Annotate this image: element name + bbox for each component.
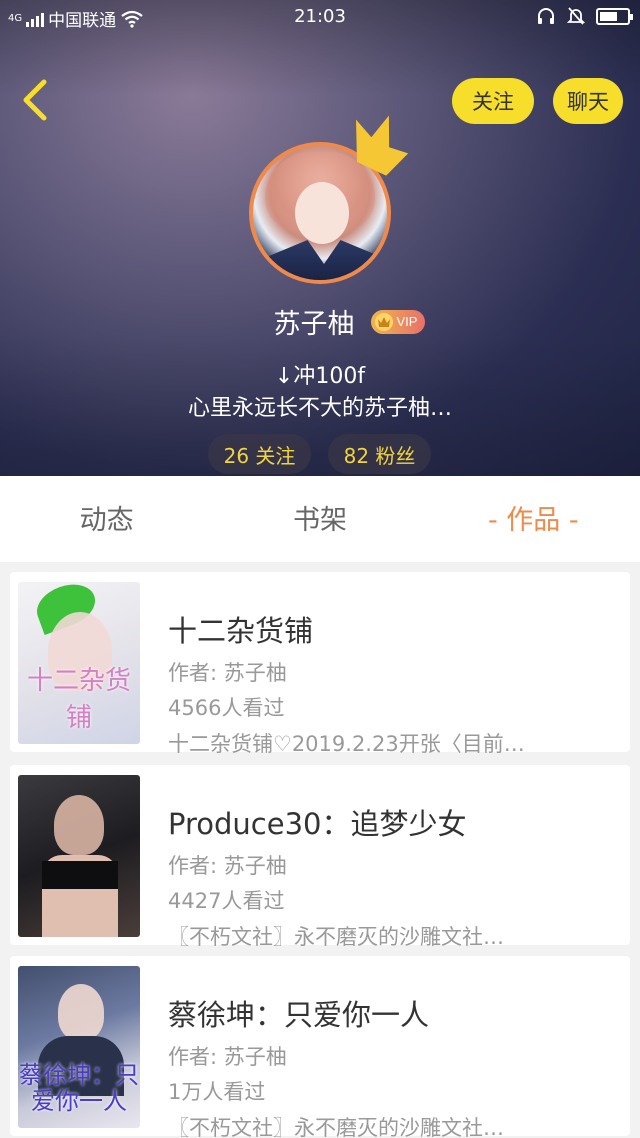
work-views: 1万人看过 [168, 1080, 266, 1104]
work-title: 十二杂货铺 [168, 614, 314, 648]
mute-bell-icon [566, 7, 586, 25]
work-author: 作者: 苏子柚 [168, 854, 287, 878]
work-description: 〖不朽文社〗永不磨灭的沙雕文社… [168, 1116, 504, 1138]
work-author: 作者: 苏子柚 [168, 1045, 287, 1069]
book-cover: 蔡徐坤：只爱你一人 [18, 966, 140, 1128]
cover-title: 十二杂货铺 [26, 666, 131, 733]
crown-icon [356, 115, 409, 176]
profile-header: 4G 中国联通 21:03 关注 聊天 苏子柚 VIP ↓冲100f 心里永远长… [0, 0, 640, 476]
chat-button[interactable]: 聊天 [553, 78, 623, 124]
work-views: 4427人看过 [168, 889, 285, 913]
book-cover [18, 775, 140, 937]
list-item[interactable]: 蔡徐坤：只爱你一人 蔡徐坤：只爱你一人 作者: 苏子柚 1万人看过 〖不朽文社〗… [10, 956, 630, 1138]
work-views: 4566人看过 [168, 696, 285, 720]
headphones-icon [538, 8, 554, 24]
tab-moments[interactable]: 动态 [0, 476, 213, 562]
work-description: 〖不朽文社〗永不磨灭的沙雕文社… [168, 925, 504, 949]
back-arrow-icon[interactable] [14, 76, 58, 124]
username: 苏子柚 [273, 309, 355, 340]
book-cover: 十二杂货铺 [18, 582, 140, 744]
work-description: 十二杂货铺♡2019.2.23开张〈目前… [168, 732, 525, 756]
vip-badge: VIP [370, 309, 425, 334]
tab-works[interactable]: - 作品 - [427, 476, 640, 562]
work-title: 蔡徐坤：只爱你一人 [168, 998, 430, 1032]
work-title: Produce30：追梦少女 [168, 807, 467, 841]
following-count[interactable]: 26 关注 [208, 434, 311, 474]
status-right [536, 6, 633, 26]
follow-button[interactable]: 关注 [452, 78, 534, 124]
bio-line-1: ↓冲100f [274, 364, 366, 389]
list-item[interactable]: 十二杂货铺 十二杂货铺 作者: 苏子柚 4566人看过 十二杂货铺♡2019.2… [10, 572, 630, 756]
list-item[interactable]: Produce30：追梦少女 作者: 苏子柚 4427人看过 〖不朽文社〗永不磨… [10, 765, 630, 949]
tab-bookshelf[interactable]: 书架 [213, 476, 426, 562]
work-author: 作者: 苏子柚 [168, 661, 287, 685]
fans-count[interactable]: 82 粉丝 [328, 434, 431, 474]
battery-icon [596, 7, 633, 25]
cover-title: 蔡徐坤：只爱你一人 [19, 1061, 139, 1115]
vip-crown-icon [374, 312, 393, 331]
profile-tabs: 动态 书架 - 作品 - [0, 476, 640, 562]
status-bar: 4G 中国联通 21:03 [0, 0, 640, 32]
username-row: 苏子柚 VIP [0, 302, 640, 341]
bio-line-2: 心里永远长不大的苏子柚… [187, 396, 452, 421]
vip-label: VIP [396, 314, 418, 329]
